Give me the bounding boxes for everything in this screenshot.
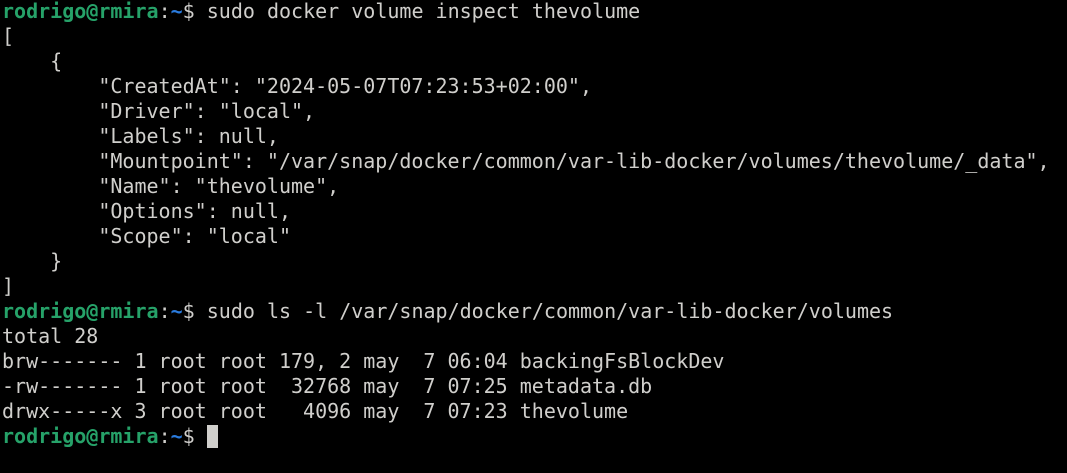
prompt-user: rodrigo [2, 299, 87, 323]
prompt-host: rmira [98, 299, 159, 323]
prompt-line: rodrigo@rmira:~$ sudo docker volume insp… [2, 0, 1067, 24]
prompt-host: rmira [98, 424, 159, 448]
output-line: } [2, 249, 63, 273]
output-line: [ [2, 24, 15, 48]
prompt-dollar: $ [182, 424, 207, 448]
output-line: drwx-----x 3 root root 4096 may 7 07:23 … [2, 399, 629, 423]
prompt-line[interactable]: rodrigo@rmira:~$ [2, 424, 1067, 449]
prompt-colon: : [158, 0, 171, 23]
prompt-host: rmira [98, 0, 159, 23]
prompt-colon: : [158, 299, 171, 323]
terminal-window[interactable]: rodrigo@rmira:~$ sudo docker volume insp… [0, 0, 1067, 472]
output-line: brw------- 1 root root 179, 2 may 7 06:0… [2, 349, 725, 373]
prompt-path: ~ [170, 299, 183, 323]
prompt-colon: : [158, 424, 171, 448]
output-line: ] [2, 274, 15, 298]
output-line: "CreatedAt": "2024-05-07T07:23:53+02:00"… [2, 74, 593, 98]
output-line: -rw------- 1 root root 32768 may 7 07:25… [2, 374, 653, 398]
output-line: total 28 [2, 324, 99, 348]
text-cursor[interactable] [206, 425, 218, 448]
output-line: "Options": null, [2, 199, 291, 223]
prompt-user: rodrigo [2, 0, 87, 23]
prompt-at: @ [86, 0, 99, 23]
command-text: sudo docker volume inspect thevolume [206, 0, 641, 23]
output-line: "Scope": "local" [2, 224, 291, 248]
prompt-at: @ [86, 299, 99, 323]
output-line: "Labels": null, [2, 124, 279, 148]
output-line: "Mountpoint": "/var/snap/docker/common/v… [2, 149, 1050, 173]
prompt-at: @ [86, 424, 99, 448]
prompt-dollar: $ [182, 0, 207, 23]
output-line: "Driver": "local", [2, 99, 316, 123]
prompt-path: ~ [170, 0, 183, 23]
output-line: "Name": "thevolume", [2, 174, 340, 198]
prompt-dollar: $ [182, 299, 207, 323]
prompt-path: ~ [170, 424, 183, 448]
prompt-line: rodrigo@rmira:~$ sudo ls -l /var/snap/do… [2, 299, 1067, 324]
output-line: { [2, 49, 63, 73]
prompt-user: rodrigo [2, 424, 87, 448]
command-text: sudo ls -l /var/snap/docker/common/var-l… [206, 299, 894, 323]
